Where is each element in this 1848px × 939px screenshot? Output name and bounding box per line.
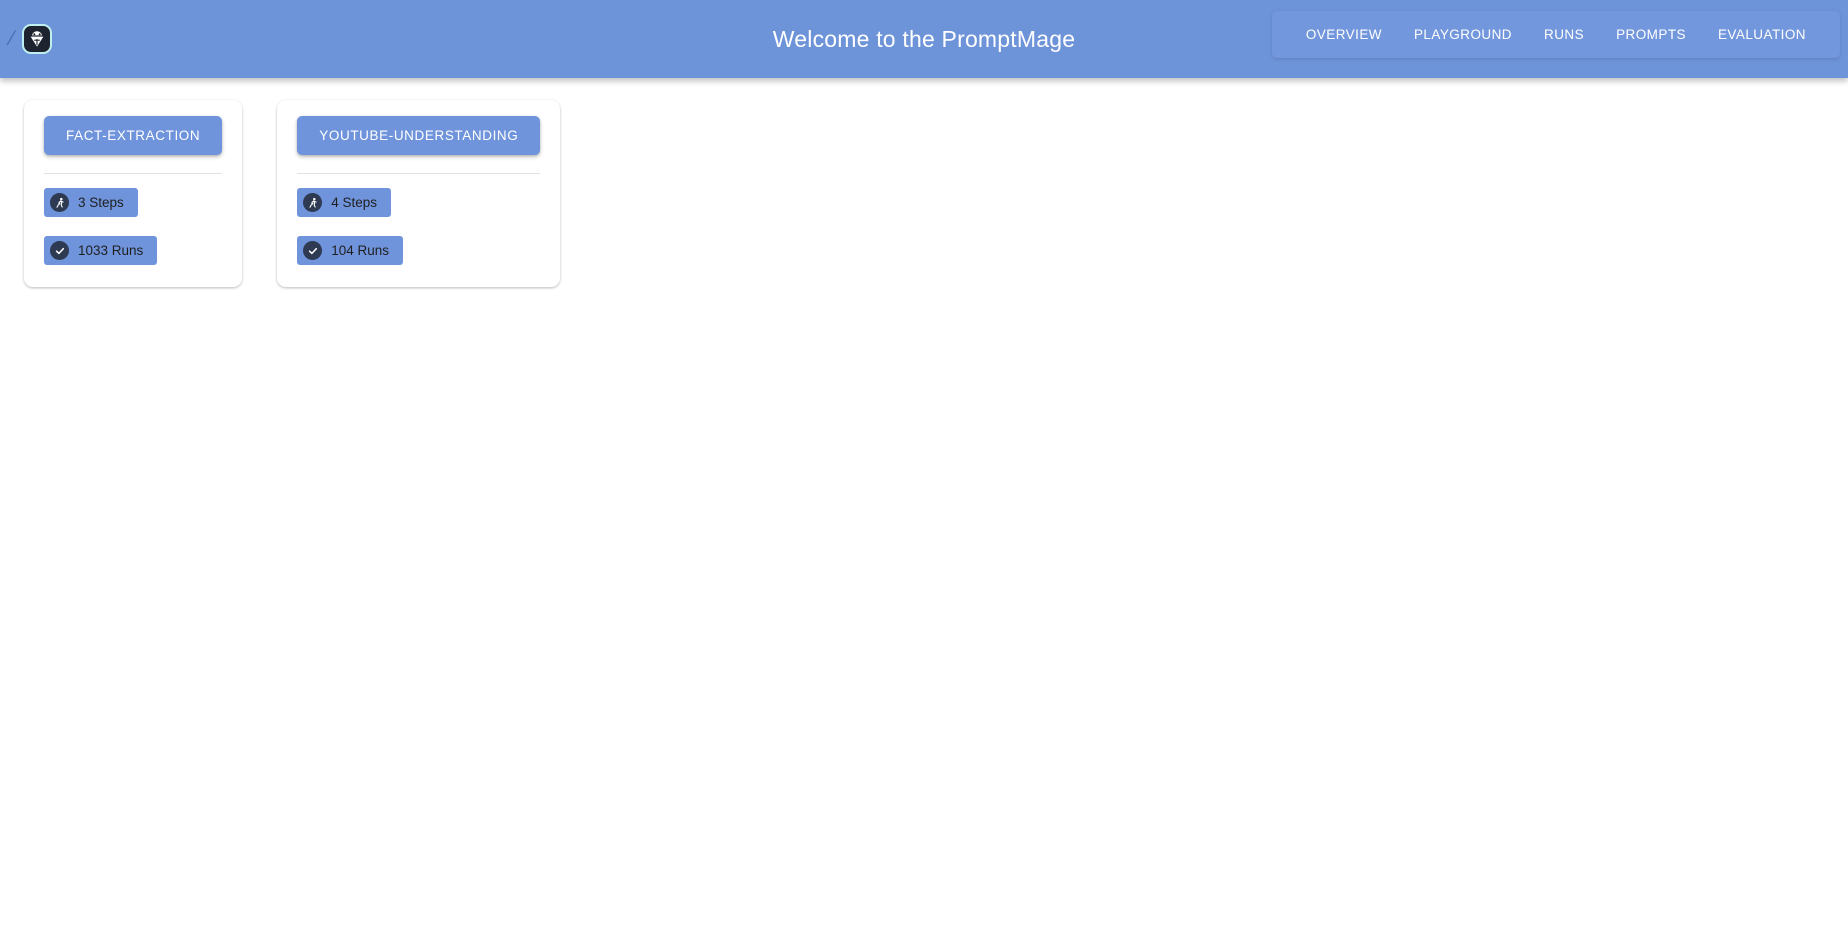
flow-stats: 3 Steps 1033 Runs xyxy=(44,188,222,265)
steps-label: 3 Steps xyxy=(78,194,124,210)
runs-label: 104 Runs xyxy=(331,242,390,258)
runs-label: 1033 Runs xyxy=(78,242,144,258)
flow-stats: 4 Steps 104 Runs xyxy=(297,188,540,265)
steps-label: 4 Steps xyxy=(331,194,378,210)
check-circle-icon xyxy=(50,241,69,260)
slash-mark: / xyxy=(6,28,15,50)
flow-card[interactable]: fact-extraction 3 Steps xyxy=(24,100,243,287)
promptmage-wizard-logo-icon[interactable] xyxy=(21,24,52,54)
flow-card[interactable]: youtube-understanding 4 Steps xyxy=(277,100,561,287)
nav-item-playground[interactable]: Playground xyxy=(1398,19,1528,50)
nav-item-overview[interactable]: Overview xyxy=(1290,19,1398,50)
flow-title-button[interactable]: fact-extraction xyxy=(44,116,223,155)
runs-badge: 1033 Runs xyxy=(44,236,158,265)
runs-badge: 104 Runs xyxy=(297,236,404,265)
app-header: / Welcome to the PromptMage Overview Pla… xyxy=(0,0,1848,78)
flow-title-button[interactable]: youtube-understanding xyxy=(297,116,541,155)
steps-badge: 4 Steps xyxy=(297,188,392,217)
nav-item-runs[interactable]: Runs xyxy=(1528,19,1600,50)
main-navigation: Overview Playground Runs Prompts Evaluat… xyxy=(1271,11,1840,58)
flow-cards-container: fact-extraction 3 Steps xyxy=(0,78,1848,309)
card-divider xyxy=(44,173,223,174)
check-circle-icon xyxy=(303,241,323,260)
running-person-icon xyxy=(303,193,323,212)
running-person-icon xyxy=(50,193,69,212)
nav-item-prompts[interactable]: Prompts xyxy=(1600,19,1702,50)
steps-badge: 3 Steps xyxy=(44,188,138,217)
header-brand: / xyxy=(0,24,120,54)
card-divider xyxy=(297,173,541,174)
nav-item-evaluation[interactable]: Evaluation xyxy=(1702,19,1822,50)
